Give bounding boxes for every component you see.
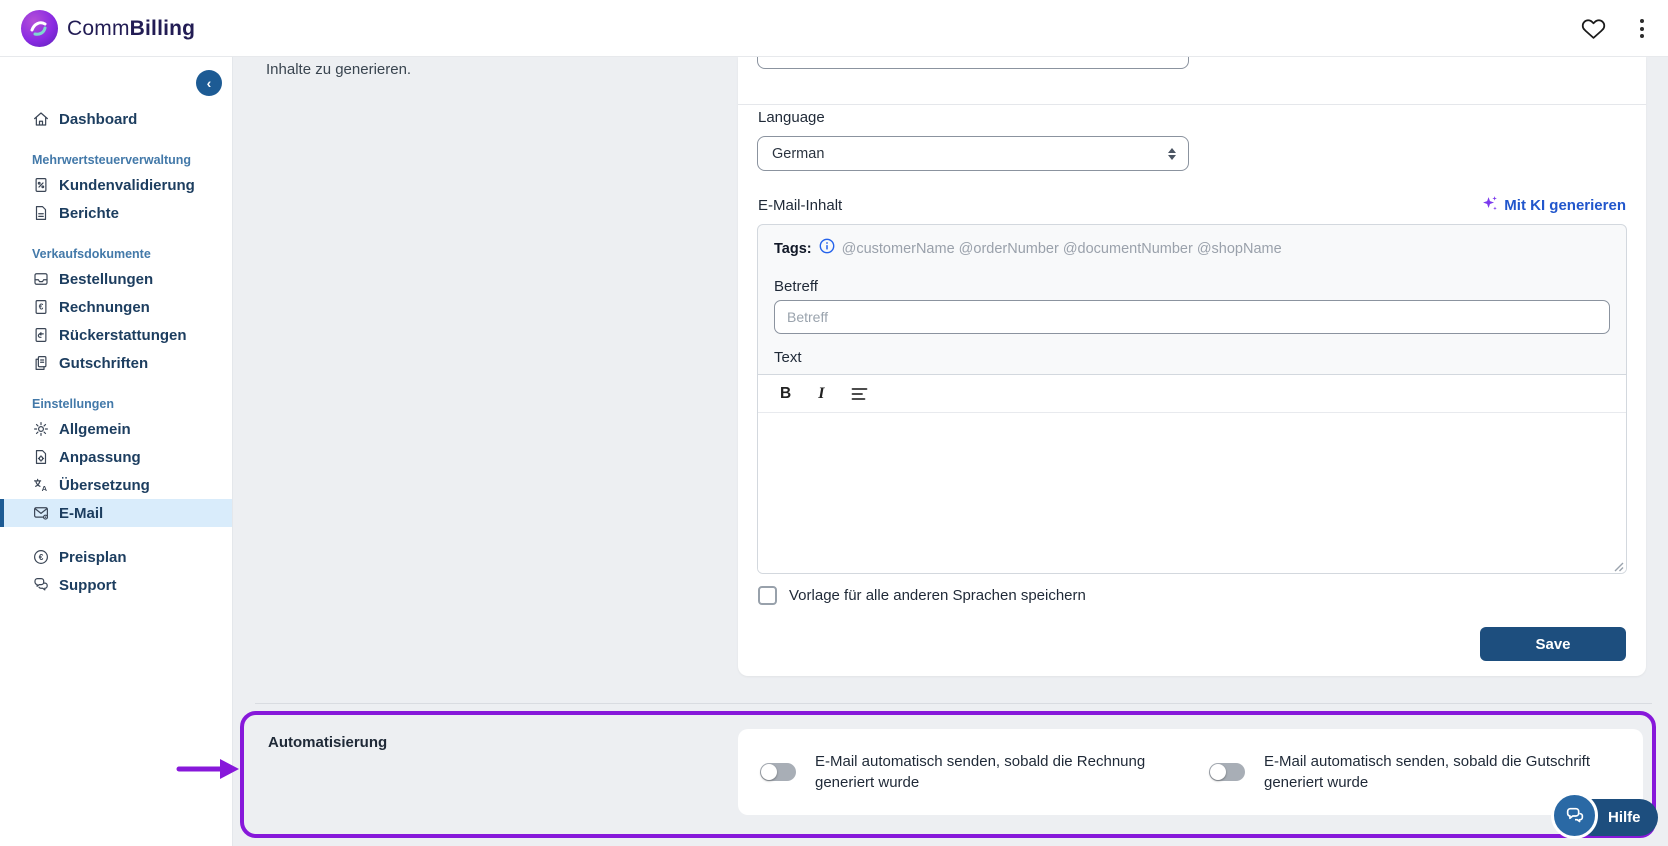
svg-text:€: €: [39, 553, 44, 562]
select-arrows-icon: [1168, 147, 1176, 160]
rich-text-editor: B I: [758, 374, 1626, 573]
sidebar: ‹ Dashboard Mehrwertsteuerverwaltung Kun…: [0, 57, 233, 846]
auto-send-invoice-label: E-Mail automatisch senden, sobald die Re…: [815, 753, 1146, 791]
gear-icon: [32, 420, 50, 438]
app-root: CommBilling ‹ Dashboard Mehrwertsteuerve…: [0, 0, 1668, 846]
sidebar-item-support[interactable]: Support: [0, 571, 232, 599]
save-button[interactable]: Save: [1480, 627, 1626, 661]
credit-note-icon: [32, 354, 50, 372]
commbilling-logo-icon: [21, 10, 58, 47]
email-editor-panel: Tags: @customerName @orderNumber @docume…: [757, 224, 1627, 574]
editor-text-area[interactable]: [758, 413, 1626, 573]
tags-label: Tags:: [774, 240, 812, 257]
auto-send-credit-note-row: E-Mail automatisch senden, sobald die Gu…: [1209, 751, 1624, 793]
language-select[interactable]: German: [757, 136, 1189, 171]
sidebar-item-kundenvalidierung[interactable]: Kundenvalidierung: [0, 171, 232, 199]
editor-toolbar: B I: [758, 375, 1626, 413]
report-icon: [32, 204, 50, 222]
customize-icon: [32, 448, 50, 466]
top-header: CommBilling: [0, 0, 1668, 57]
favorites-heart-icon[interactable]: [1581, 16, 1606, 41]
sidebar-item-rueckerstattungen[interactable]: Rückerstattungen: [0, 321, 232, 349]
sidebar-item-preisplan[interactable]: € Preisplan: [0, 543, 232, 571]
sidebar-item-dashboard[interactable]: Dashboard: [0, 105, 232, 133]
resize-handle[interactable]: [1612, 559, 1624, 572]
sidebar-item-anpassung[interactable]: Anpassung: [0, 443, 232, 471]
main-content: Inhalte zu generieren. Invoice Language …: [233, 57, 1668, 846]
brand-logo[interactable]: CommBilling: [21, 10, 195, 47]
available-tags: @customerName @orderNumber @documentNumb…: [841, 240, 1282, 257]
section-divider: [255, 703, 1652, 704]
sidebar-section-verkaufsdokumente: Verkaufsdokumente: [32, 247, 151, 261]
svg-text:€: €: [39, 303, 44, 312]
email-content-row: E-Mail-Inhalt Mit KI generieren: [758, 195, 1626, 216]
automation-title: Automatisierung: [268, 734, 388, 751]
home-icon: [32, 110, 50, 128]
align-left-icon[interactable]: [851, 387, 868, 401]
toggle-knob: [761, 764, 777, 780]
auto-send-credit-note-toggle[interactable]: [1209, 763, 1245, 781]
save-all-languages-label: Vorlage für alle anderen Sprachen speich…: [789, 587, 1086, 604]
invoice-euro-icon: €: [32, 298, 50, 316]
sidebar-section-mehrwertsteuerverwaltung: Mehrwertsteuerverwaltung: [32, 153, 192, 167]
sidebar-item-berichte[interactable]: Berichte: [0, 199, 232, 227]
auto-send-invoice-toggle[interactable]: [760, 763, 796, 781]
translate-icon: A: [32, 476, 50, 494]
sidebar-nav: Dashboard Mehrwertsteuerverwaltung Kunde…: [0, 57, 232, 599]
receipt-percent-icon: [32, 176, 50, 194]
language-label: Language: [758, 109, 825, 126]
intro-text: Inhalte zu generieren.: [266, 61, 412, 78]
euro-circle-icon: €: [32, 548, 50, 566]
subject-label: Betreff: [774, 278, 818, 295]
inbox-icon: [32, 270, 50, 288]
svg-text:A: A: [42, 484, 48, 493]
chat-bubbles-icon: [32, 576, 50, 594]
sparkles-icon: [1481, 195, 1498, 216]
auto-send-credit-note-label: E-Mail automatisch senden, sobald die Gu…: [1264, 753, 1590, 791]
annotation-arrow-icon: [176, 756, 242, 787]
automation-card: E-Mail automatisch senden, sobald die Re…: [738, 729, 1643, 815]
refund-receipt-icon: [32, 326, 50, 344]
tags-row: Tags: @customerName @orderNumber @docume…: [758, 225, 1626, 259]
overflow-menu-icon[interactable]: [1634, 15, 1650, 42]
auto-send-invoice-row: E-Mail automatisch senden, sobald die Re…: [760, 751, 1185, 793]
brand-name: CommBilling: [67, 16, 196, 40]
bold-icon[interactable]: B: [780, 385, 791, 403]
sidebar-item-allgemein[interactable]: Allgemein: [0, 415, 232, 443]
mail-settings-icon: [32, 504, 50, 522]
info-icon[interactable]: [819, 238, 835, 259]
chevron-left-icon: ‹: [206, 75, 212, 91]
email-content-label: E-Mail-Inhalt: [758, 197, 843, 214]
sidebar-item-uebersetzung[interactable]: A Übersetzung: [0, 471, 232, 499]
subject-input[interactable]: [774, 300, 1610, 334]
email-template-card: Invoice Language German E-Mail-Inhalt: [738, 57, 1646, 676]
text-label: Text: [774, 349, 802, 366]
sidebar-item-email[interactable]: E-Mail: [0, 499, 232, 527]
save-all-languages-row[interactable]: Vorlage für alle anderen Sprachen speich…: [758, 586, 1086, 605]
sidebar-item-rechnungen[interactable]: € Rechnungen: [0, 293, 232, 321]
save-all-languages-checkbox[interactable]: [758, 586, 777, 605]
sidebar-section-einstellungen: Einstellungen: [32, 397, 114, 411]
card-divider: [738, 104, 1646, 105]
sidebar-item-gutschriften[interactable]: Gutschriften: [0, 349, 232, 377]
sidebar-item-bestellungen[interactable]: Bestellungen: [0, 265, 232, 293]
generate-with-ai-link[interactable]: Mit KI generieren: [1481, 195, 1626, 216]
italic-icon[interactable]: I: [818, 385, 824, 403]
sidebar-collapse-button[interactable]: ‹: [196, 70, 222, 96]
help-chat-icon[interactable]: [1551, 792, 1598, 839]
toggle-knob: [1210, 764, 1226, 780]
header-actions: [1581, 0, 1650, 57]
document-type-select[interactable]: Invoice: [757, 57, 1189, 69]
